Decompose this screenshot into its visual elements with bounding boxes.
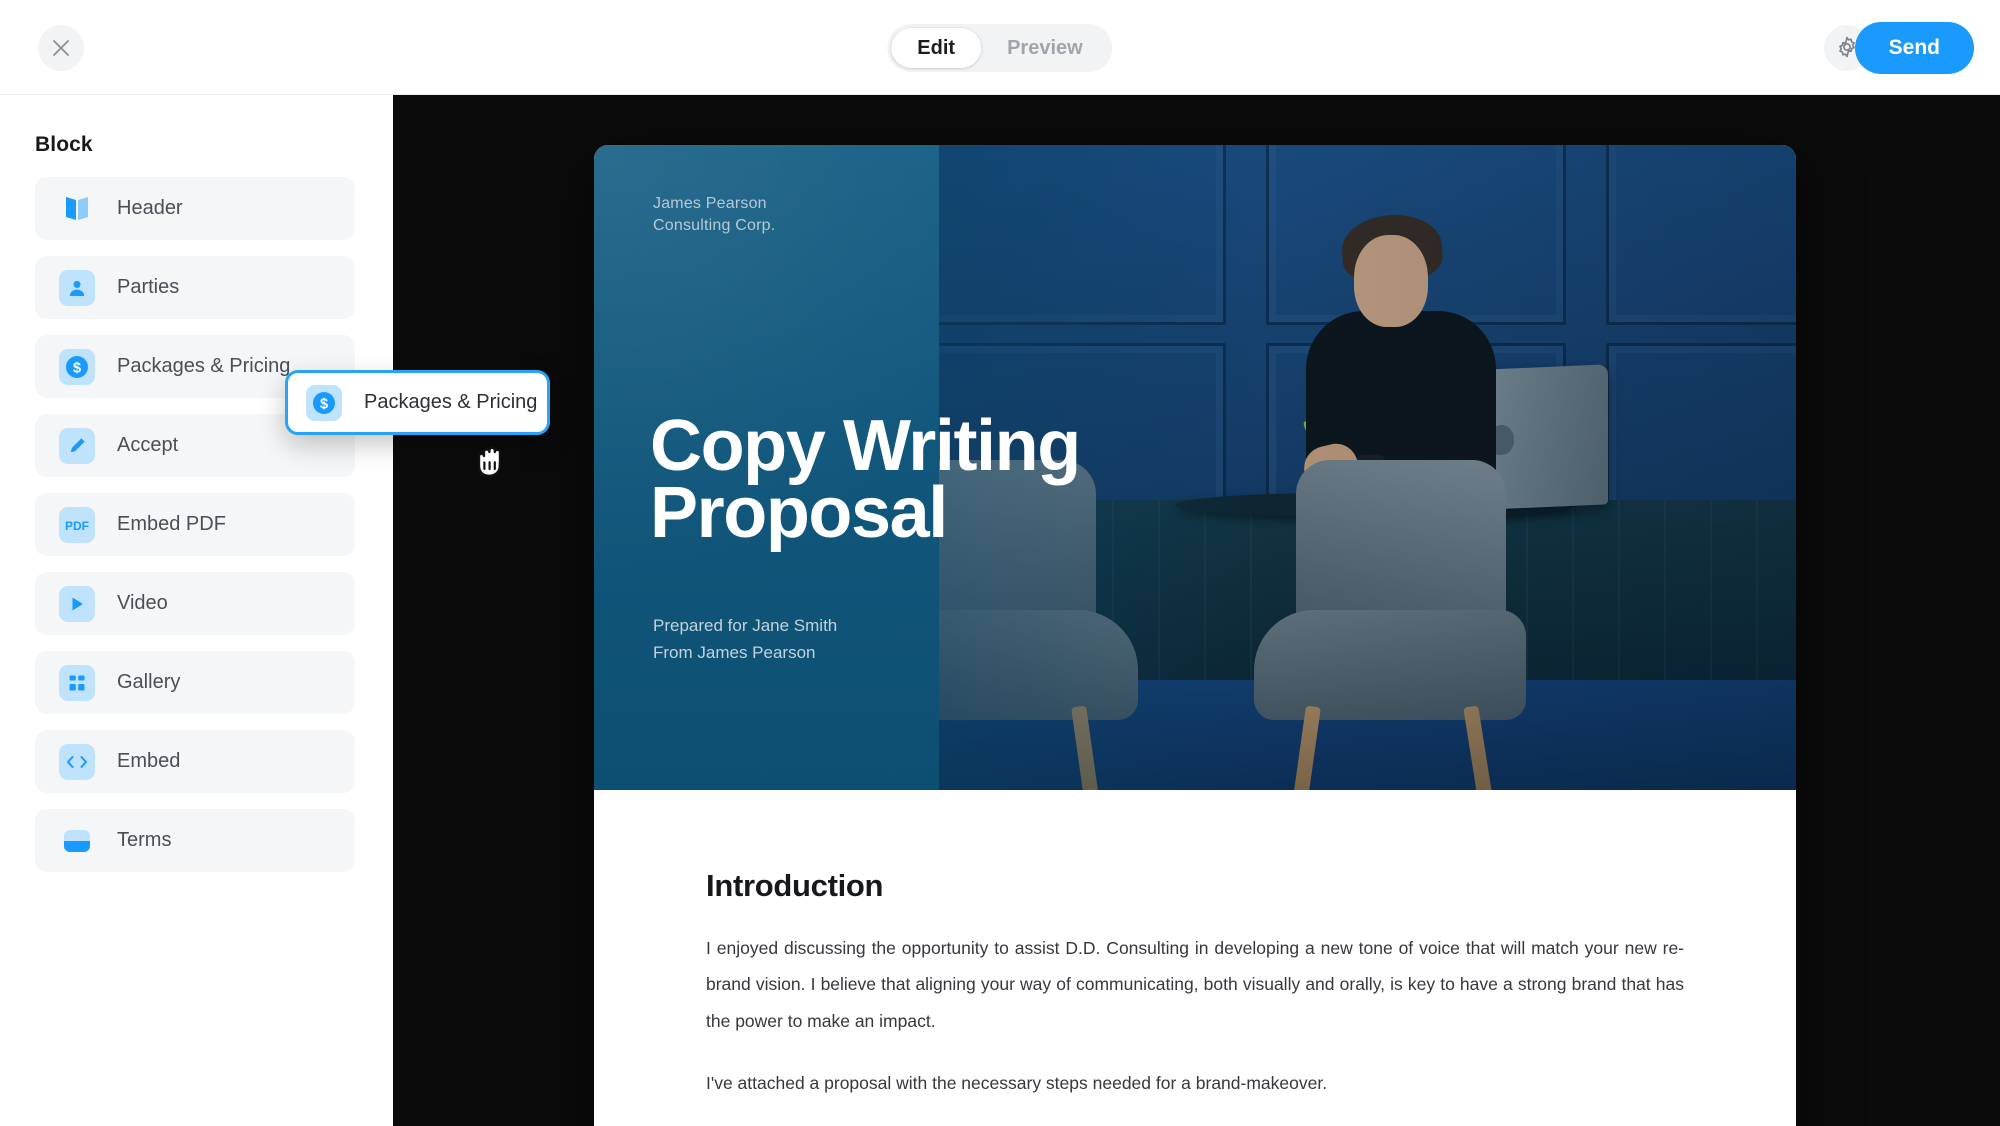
drag-ghost-label: Packages & Pricing bbox=[364, 391, 538, 413]
person-icon bbox=[59, 269, 95, 306]
grid-icon bbox=[59, 664, 95, 701]
mode-toggle: Edit Preview bbox=[887, 24, 1113, 72]
sidebar-item-header[interactable]: Header bbox=[35, 177, 355, 240]
pdf-icon: PDF bbox=[59, 506, 95, 543]
sidebar-title: Block bbox=[35, 133, 93, 156]
sidebar-item-video[interactable]: Video bbox=[35, 572, 355, 635]
sidebar-item-terms[interactable]: Terms bbox=[35, 809, 355, 872]
sidebar-item-parties[interactable]: Parties bbox=[35, 256, 355, 319]
sidebar-item-label: Embed PDF bbox=[117, 513, 226, 535]
block-list: Header Parties $ Packages & Pricing Acce… bbox=[35, 177, 355, 872]
sidebar-item-label: Parties bbox=[117, 276, 180, 298]
hero-meta: Prepared for Jane Smith From James Pears… bbox=[653, 613, 837, 667]
from-line: From James Pearson bbox=[653, 642, 816, 662]
sidebar-item-label: Gallery bbox=[117, 671, 181, 693]
brand-line-2: Consulting Corp. bbox=[653, 217, 776, 235]
pencil-icon bbox=[59, 427, 95, 464]
dollar-circle-icon: $ bbox=[59, 348, 95, 385]
dollar-circle-icon: $ bbox=[306, 384, 342, 421]
terms-icon bbox=[59, 823, 95, 859]
proposal-document: James Pearson Consulting Corp. Copy Writ… bbox=[594, 145, 1796, 1126]
svg-text:$: $ bbox=[73, 360, 81, 376]
book-open-icon bbox=[59, 191, 95, 227]
prepared-for: Prepared for Jane Smith bbox=[653, 616, 838, 635]
document-title: Copy Writing Proposal bbox=[650, 406, 1270, 553]
sidebar-item-gallery[interactable]: Gallery bbox=[35, 651, 355, 714]
hero-text: James Pearson Consulting Corp. Copy Writ… bbox=[594, 145, 1796, 790]
brand-line-1: James Pearson bbox=[653, 195, 767, 212]
document-canvas: James Pearson Consulting Corp. Copy Writ… bbox=[393, 95, 2000, 1126]
paragraph-1: I enjoyed discussing the opportunity to … bbox=[706, 938, 1684, 1031]
paragraph-2: I've attached a proposal with the necess… bbox=[706, 1073, 1328, 1094]
tab-edit[interactable]: Edit bbox=[891, 28, 982, 68]
tab-preview[interactable]: Preview bbox=[981, 28, 1109, 68]
svg-text:PDF: PDF bbox=[65, 519, 89, 533]
title-line-2: Proposal bbox=[650, 472, 948, 553]
sidebar-item-label: Terms bbox=[117, 829, 172, 851]
drag-ghost-packages-pricing[interactable]: $ Packages & Pricing bbox=[285, 370, 550, 435]
block-sidebar: Block Header Parties $ Packages & Pricin… bbox=[0, 95, 393, 1126]
play-icon bbox=[59, 585, 95, 622]
sidebar-item-embed[interactable]: Embed bbox=[35, 730, 355, 793]
close-button[interactable] bbox=[38, 25, 84, 71]
section-heading: Introduction bbox=[706, 868, 884, 903]
sidebar-item-label: Header bbox=[117, 197, 183, 219]
sidebar-item-label: Accept bbox=[117, 434, 179, 456]
sidebar-item-label: Video bbox=[117, 592, 168, 614]
send-button[interactable]: Send bbox=[1854, 22, 1974, 74]
title-line-1: Copy Writing bbox=[650, 406, 1081, 486]
svg-text:$: $ bbox=[320, 396, 328, 412]
sidebar-item-embed-pdf[interactable]: PDF Embed PDF bbox=[35, 493, 355, 556]
sidebar-item-label: Embed bbox=[117, 750, 181, 772]
grabbing-hand-cursor bbox=[470, 438, 516, 489]
close-icon bbox=[51, 38, 71, 58]
top-toolbar: Edit Preview Send bbox=[0, 0, 2000, 95]
document-body: Introduction I enjoyed discussing the op… bbox=[594, 790, 1796, 1102]
code-icon bbox=[59, 743, 95, 780]
brand-block: James Pearson Consulting Corp. bbox=[653, 193, 775, 237]
sidebar-item-label: Packages & Pricing bbox=[117, 355, 291, 377]
document-hero: James Pearson Consulting Corp. Copy Writ… bbox=[594, 145, 1796, 790]
